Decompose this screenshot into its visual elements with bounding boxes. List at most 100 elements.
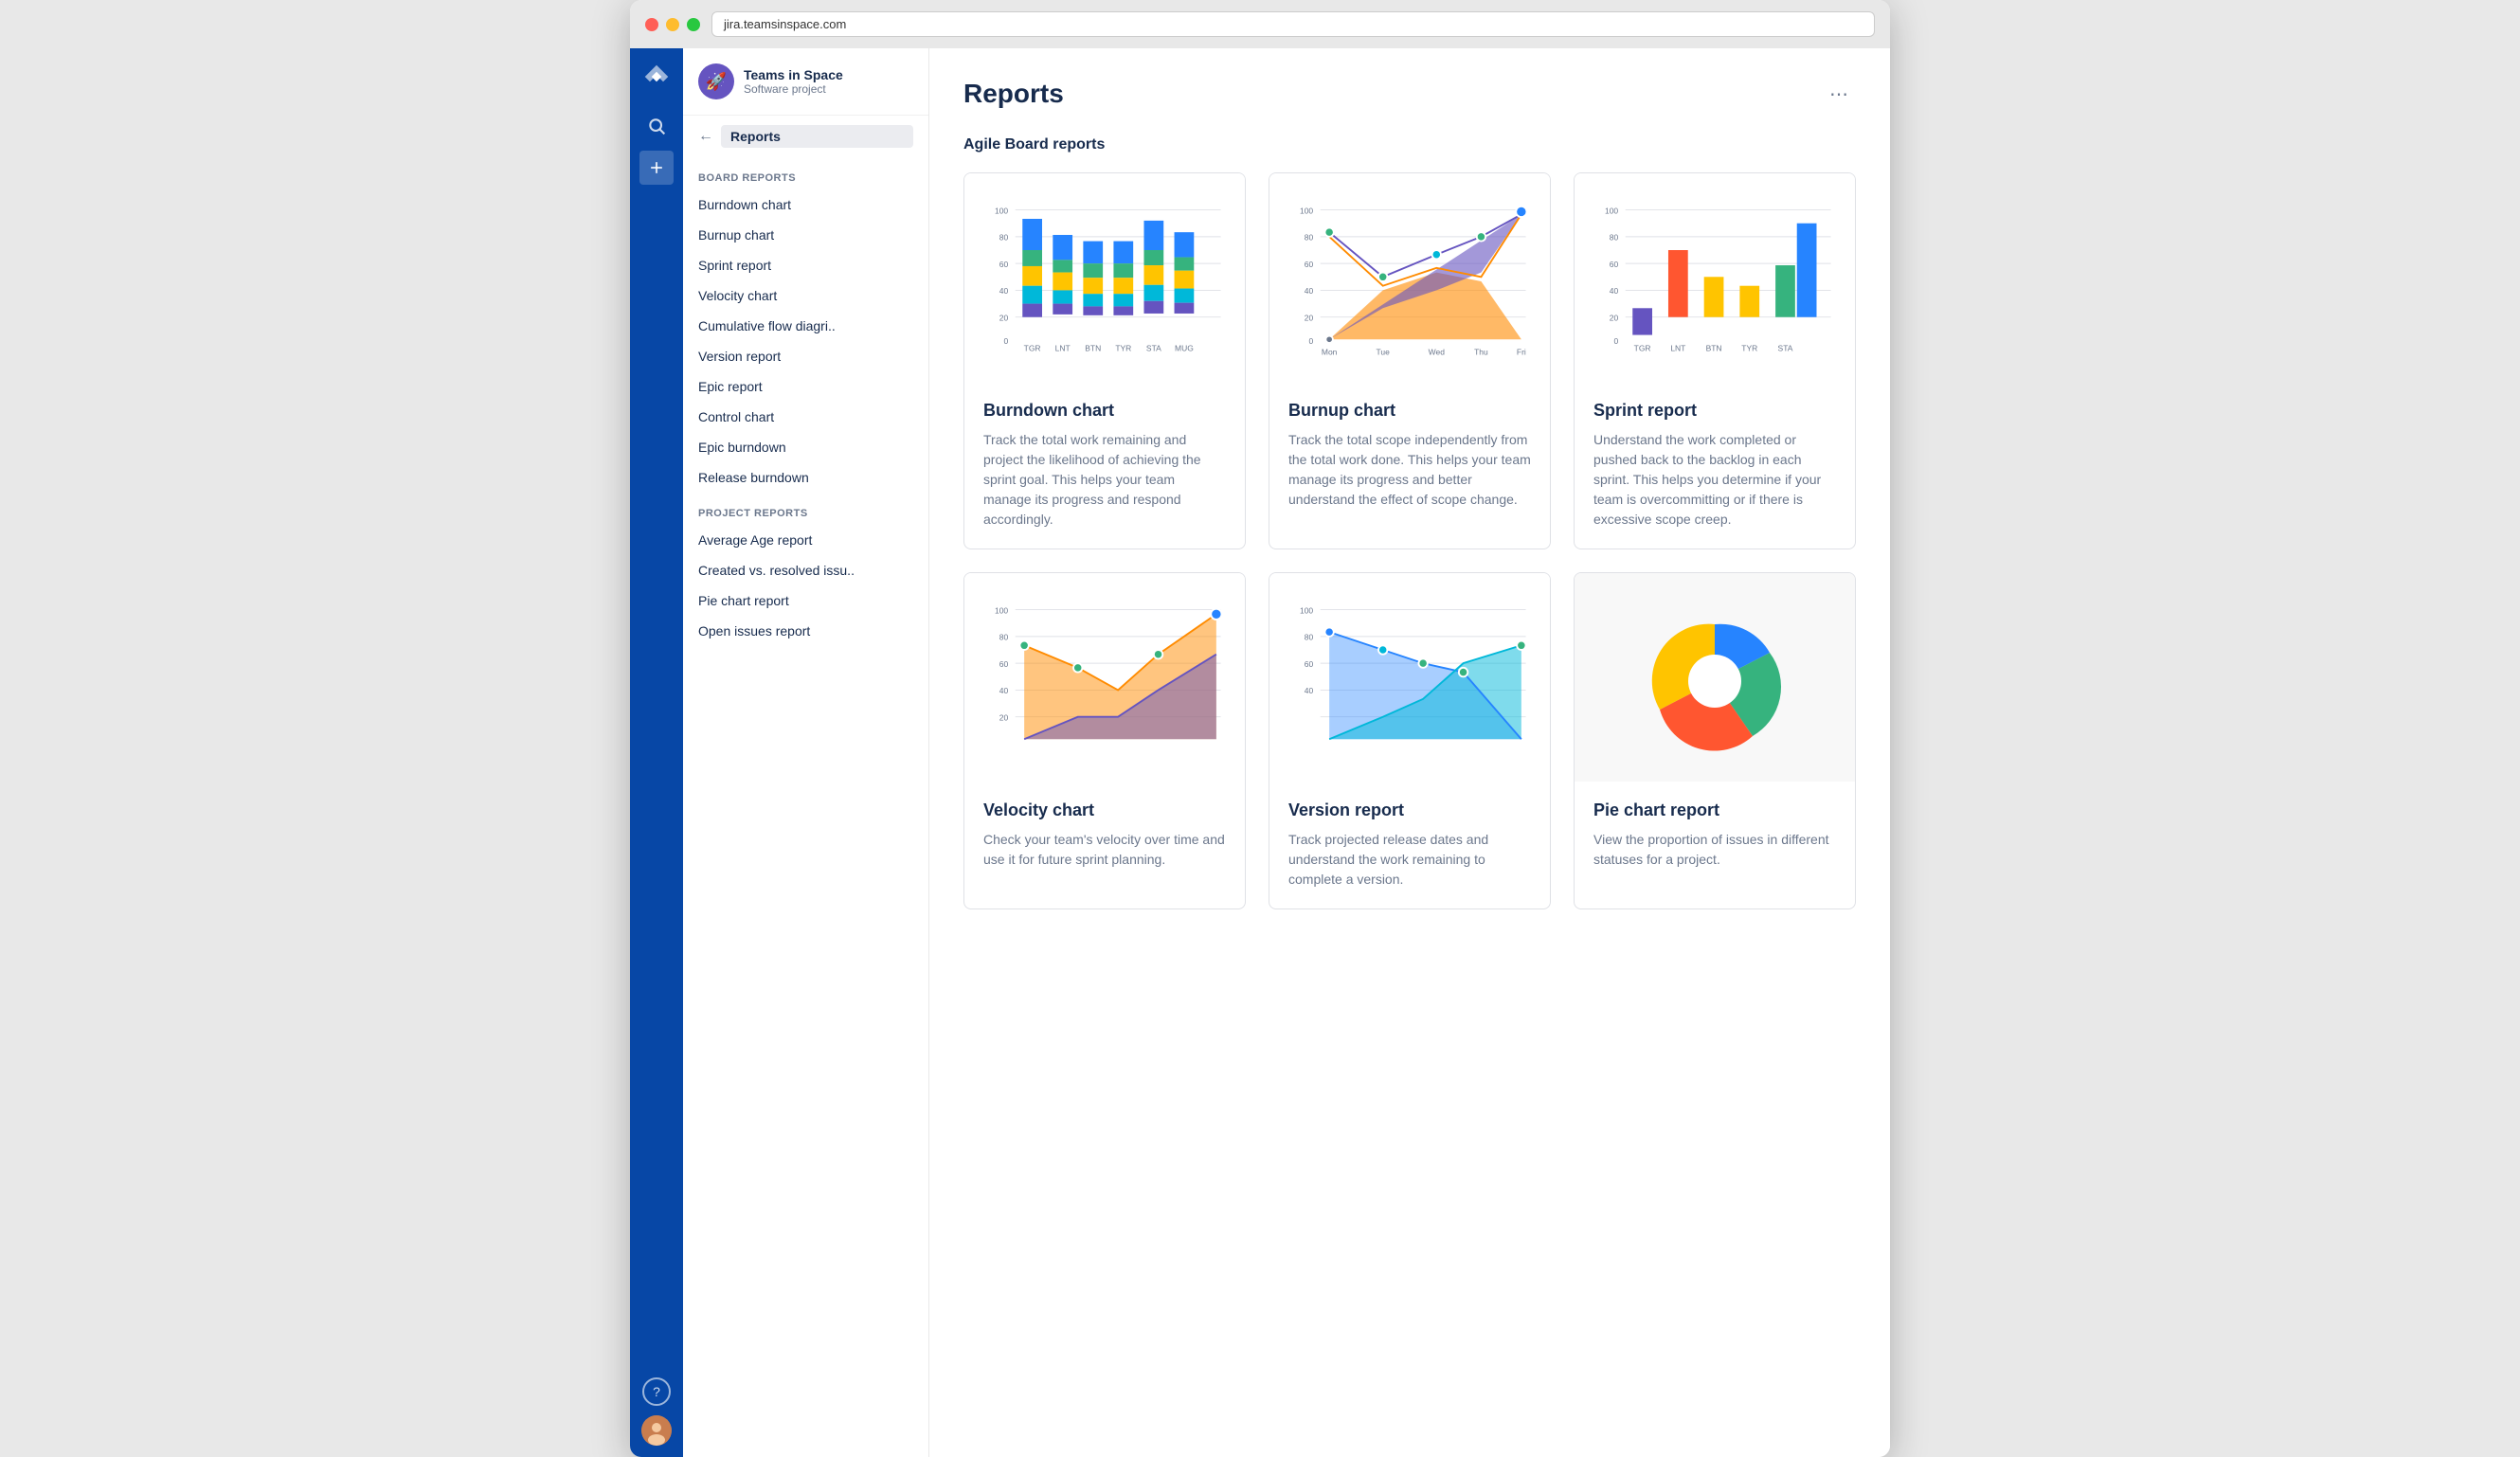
svg-text:TGR: TGR xyxy=(1634,344,1651,353)
pie-card-body: Pie chart report View the proportion of … xyxy=(1575,782,1855,889)
svg-text:100: 100 xyxy=(1300,206,1313,215)
project-type: Software project xyxy=(744,82,843,96)
section-title: Agile Board reports xyxy=(963,136,1856,153)
svg-text:60: 60 xyxy=(1305,260,1314,269)
project-reports-section: PROJECT REPORTS xyxy=(683,493,928,525)
svg-text:STA: STA xyxy=(1146,344,1161,353)
svg-text:40: 40 xyxy=(1610,286,1619,296)
svg-text:TGR: TGR xyxy=(1024,344,1041,353)
burndown-title: Burndown chart xyxy=(983,401,1226,421)
more-options-button[interactable]: ⋯ xyxy=(1822,79,1856,110)
version-title: Version report xyxy=(1288,800,1531,820)
sidebar-item-velocity[interactable]: Velocity chart xyxy=(683,280,928,311)
project-info: Teams in Space Software project xyxy=(744,67,843,96)
reports-grid: 100 80 60 40 20 0 xyxy=(963,172,1856,909)
sidebar-item-releaseburndown[interactable]: Release burndown xyxy=(683,462,928,493)
svg-text:80: 80 xyxy=(999,233,1009,243)
help-icon[interactable]: ? xyxy=(642,1377,671,1406)
burndown-card[interactable]: 100 80 60 40 20 0 xyxy=(963,172,1246,549)
svg-text:100: 100 xyxy=(1605,206,1618,215)
close-button[interactable] xyxy=(645,18,658,31)
board-reports-section: BOARD REPORTS xyxy=(683,157,928,189)
svg-text:Wed: Wed xyxy=(1429,347,1446,356)
svg-text:40: 40 xyxy=(999,686,1009,695)
sidebar-back[interactable]: ← Reports xyxy=(683,116,928,157)
user-avatar[interactable] xyxy=(641,1415,672,1446)
svg-text:TYR: TYR xyxy=(1741,344,1757,353)
sidebar: 🚀 Teams in Space Software project ← Repo… xyxy=(683,48,929,1457)
svg-text:LNT: LNT xyxy=(1055,344,1071,353)
minimize-button[interactable] xyxy=(666,18,679,31)
project-header: 🚀 Teams in Space Software project xyxy=(683,48,928,116)
search-icon[interactable] xyxy=(639,109,674,143)
sidebar-item-version[interactable]: Version report xyxy=(683,341,928,371)
svg-text:0: 0 xyxy=(1308,336,1313,346)
sidebar-item-createdresolved[interactable]: Created vs. resolved issu.. xyxy=(683,555,928,585)
sidebar-item-control[interactable]: Control chart xyxy=(683,402,928,432)
back-arrow-icon: ← xyxy=(698,128,713,145)
pie-chart xyxy=(1575,573,1855,782)
svg-text:100: 100 xyxy=(1300,605,1313,615)
project-icon: 🚀 xyxy=(698,63,734,99)
version-chart: 100 80 60 40 xyxy=(1269,573,1550,782)
sidebar-item-epicburndown[interactable]: Epic burndown xyxy=(683,432,928,462)
velocity-chart: 100 80 60 40 20 xyxy=(964,573,1245,782)
maximize-button[interactable] xyxy=(687,18,700,31)
icon-bar: ? xyxy=(630,48,683,1457)
browser-window: jira.teamsinspace.com ? xyxy=(630,0,1890,1457)
svg-text:20: 20 xyxy=(999,313,1009,322)
version-card-body: Version report Track projected release d… xyxy=(1269,782,1550,908)
velocity-card[interactable]: 100 80 60 40 20 xyxy=(963,572,1246,909)
sidebar-item-piechart[interactable]: Pie chart report xyxy=(683,585,928,616)
svg-text:Tue: Tue xyxy=(1377,347,1391,356)
icon-bar-bottom: ? xyxy=(641,1377,672,1446)
burndown-chart: 100 80 60 40 20 0 xyxy=(964,173,1245,382)
svg-text:BTN: BTN xyxy=(1706,344,1722,353)
project-name: Teams in Space xyxy=(744,67,843,82)
browser-chrome: jira.teamsinspace.com xyxy=(630,0,1890,48)
svg-text:Fri: Fri xyxy=(1517,347,1526,356)
svg-text:100: 100 xyxy=(995,605,1008,615)
burnup-desc: Track the total scope independently from… xyxy=(1288,430,1531,510)
svg-text:BTN: BTN xyxy=(1085,344,1101,353)
burndown-card-body: Burndown chart Track the total work rema… xyxy=(964,382,1245,549)
pie-card[interactable]: Pie chart report View the proportion of … xyxy=(1574,572,1856,909)
create-button[interactable] xyxy=(639,151,674,185)
svg-text:0: 0 xyxy=(1003,336,1008,346)
svg-text:60: 60 xyxy=(999,260,1009,269)
sprint-card-body: Sprint report Understand the work comple… xyxy=(1575,382,1855,549)
burnup-card-body: Burnup chart Track the total scope indep… xyxy=(1269,382,1550,529)
burnup-card[interactable]: 100 80 60 40 20 0 xyxy=(1269,172,1551,549)
burnup-chart: 100 80 60 40 20 0 xyxy=(1269,173,1550,382)
svg-text:40: 40 xyxy=(999,286,1009,296)
pie-desc: View the proportion of issues in differe… xyxy=(1593,830,1836,870)
sidebar-item-openissues[interactable]: Open issues report xyxy=(683,616,928,646)
version-desc: Track projected release dates and unders… xyxy=(1288,830,1531,890)
page-header: Reports ⋯ xyxy=(963,79,1856,110)
svg-text:100: 100 xyxy=(995,206,1008,215)
pie-title: Pie chart report xyxy=(1593,800,1836,820)
app-layout: ? 🚀 Teams in Space Software project xyxy=(630,48,1890,1457)
address-bar[interactable]: jira.teamsinspace.com xyxy=(711,11,1875,37)
sidebar-item-cumulative[interactable]: Cumulative flow diagri.. xyxy=(683,311,928,341)
sprint-desc: Understand the work completed or pushed … xyxy=(1593,430,1836,530)
svg-text:20: 20 xyxy=(1305,313,1314,322)
version-card[interactable]: 100 80 60 40 xyxy=(1269,572,1551,909)
sidebar-item-burnup[interactable]: Burnup chart xyxy=(683,220,928,250)
svg-text:Mon: Mon xyxy=(1322,347,1338,356)
sidebar-item-epic[interactable]: Epic report xyxy=(683,371,928,402)
velocity-title: Velocity chart xyxy=(983,800,1226,820)
sidebar-item-sprint[interactable]: Sprint report xyxy=(683,250,928,280)
svg-text:60: 60 xyxy=(999,659,1009,669)
sidebar-item-avgage[interactable]: Average Age report xyxy=(683,525,928,555)
burnup-title: Burnup chart xyxy=(1288,401,1531,421)
back-label: Reports xyxy=(721,125,913,148)
velocity-card-body: Velocity chart Check your team's velocit… xyxy=(964,782,1245,889)
sidebar-item-burndown[interactable]: Burndown chart xyxy=(683,189,928,220)
svg-text:80: 80 xyxy=(999,633,1009,642)
velocity-desc: Check your team's velocity over time and… xyxy=(983,830,1226,870)
sprint-card[interactable]: 100 80 60 40 20 0 xyxy=(1574,172,1856,549)
jira-logo[interactable] xyxy=(639,60,674,94)
svg-text:LNT: LNT xyxy=(1670,344,1685,353)
sprint-chart: 100 80 60 40 20 0 xyxy=(1575,173,1855,382)
